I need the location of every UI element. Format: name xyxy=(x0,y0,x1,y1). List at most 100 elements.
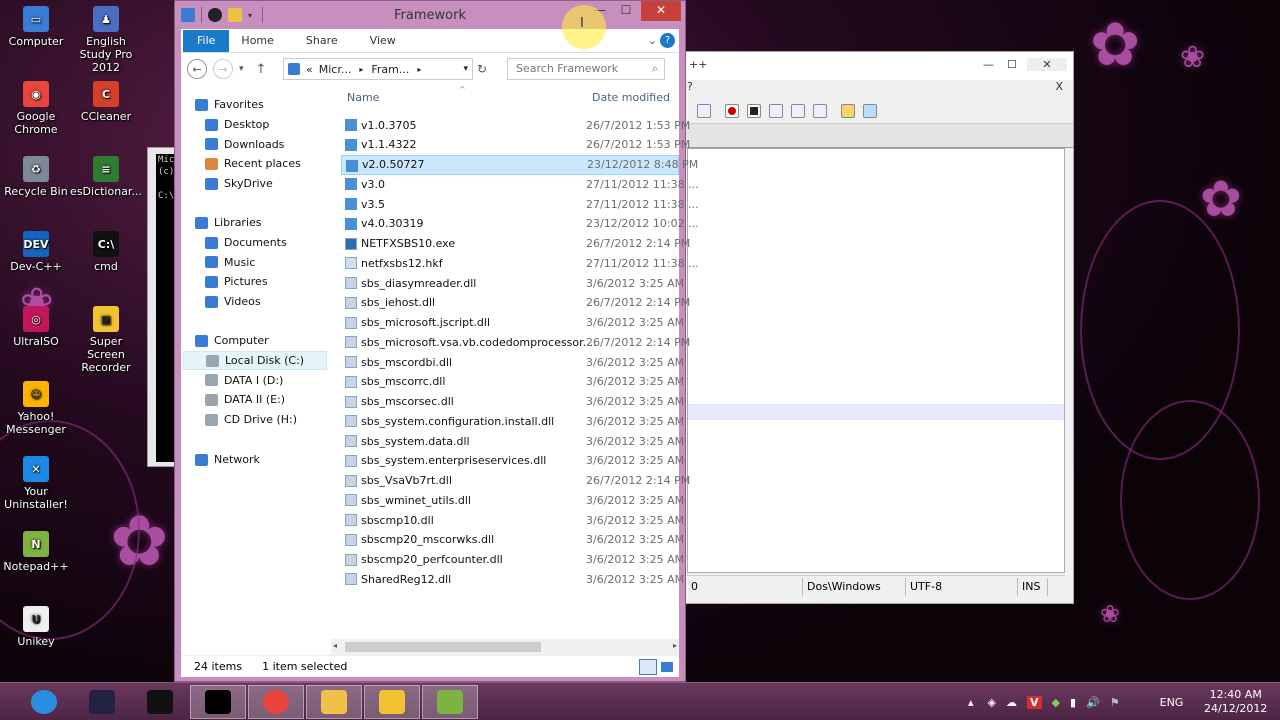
security-icon[interactable]: ◆ xyxy=(1052,696,1060,709)
taskbar-recorder-button[interactable] xyxy=(364,685,420,719)
file-row[interactable]: sbs_system.data.dll 3/6/2012 3:25 AM xyxy=(341,431,684,451)
stop-macro-icon[interactable] xyxy=(747,104,761,118)
nav-favorites[interactable]: Favorites xyxy=(195,95,264,114)
breadcrumb-item[interactable]: Micr... xyxy=(319,63,352,76)
large-icons-view-icon[interactable] xyxy=(661,661,673,672)
column-header-name[interactable]: Name xyxy=(347,91,379,104)
file-row[interactable]: sbs_system.enterpriseservices.dll 3/6/201… xyxy=(341,451,684,471)
help-icon[interactable]: ? xyxy=(660,33,675,48)
file-row[interactable]: sbs_diasymreader.dll 3/6/2012 3:25 AM xyxy=(341,273,684,293)
breadcrumb-item[interactable]: Fram... xyxy=(371,63,409,76)
desktop-icon-recycle-bin[interactable]: ♻ Recycle Bin xyxy=(0,156,72,198)
refresh-icon[interactable]: ↻ xyxy=(477,62,487,76)
play-macro-icon[interactable] xyxy=(769,104,783,118)
file-row[interactable]: SharedReg12.dll 3/6/2012 3:25 AM xyxy=(341,569,684,589)
file-row[interactable]: NETFXSBS10.exe 26/7/2012 2:14 PM xyxy=(341,234,690,254)
nav-favorite-item[interactable]: Recent places xyxy=(205,154,301,173)
desktop-icon-cmd[interactable]: C:\ cmd xyxy=(70,231,142,273)
file-row[interactable]: sbs_mscordbi.dll 3/6/2012 3:25 AM xyxy=(341,352,684,372)
horizontal-scrollbar[interactable]: ◂ ▸ xyxy=(331,639,679,655)
breadcrumb-overflow[interactable]: « xyxy=(306,63,313,76)
desktop-icon-notepad[interactable]: N Notepad++ xyxy=(0,531,72,573)
record-macro-icon[interactable] xyxy=(725,104,739,118)
folder-row[interactable]: v1.1.4322 26/7/2012 1:53 PM xyxy=(341,135,690,155)
taskbar-cmd-button[interactable] xyxy=(190,685,246,719)
cmd-window[interactable]: Mic (c) C:\ xyxy=(147,147,178,467)
maximize-button[interactable]: ☐ xyxy=(615,1,637,21)
folder-row[interactable]: v1.0.3705 26/7/2012 1:53 PM xyxy=(341,115,690,135)
explorer-window[interactable]: ▾ Framework — ☐ ✕ File Home Share View ⌄… xyxy=(174,0,699,682)
close-document-button[interactable]: X xyxy=(1055,80,1063,93)
file-row[interactable]: sbs_mscorrc.dll 3/6/2012 3:25 AM xyxy=(341,372,684,392)
nav-network[interactable]: Network xyxy=(195,450,260,469)
taskbar-ie-button[interactable] xyxy=(16,685,72,719)
volume-icon[interactable]: 🔊 xyxy=(1086,696,1100,709)
tab-home[interactable]: Home xyxy=(229,29,293,53)
recent-locations-icon[interactable]: ▾ xyxy=(239,64,244,74)
close-button[interactable]: ✕ xyxy=(641,1,681,21)
clock[interactable]: 12:40 AM 24/12/2012 xyxy=(1204,683,1267,720)
scroll-left-icon[interactable]: ◂ xyxy=(333,641,337,650)
desktop-icon-your-uninstaller[interactable]: ✕ Your Uninstaller! xyxy=(0,456,72,511)
folder-icon[interactable] xyxy=(841,104,855,118)
nav-computer[interactable]: Computer xyxy=(195,331,269,350)
taskbar-calculator-button[interactable] xyxy=(132,685,188,719)
file-row[interactable]: sbs_system.configuration.install.dll 3/6/… xyxy=(341,411,684,431)
file-row[interactable]: sbscmp20_mscorwks.dll 3/6/2012 3:25 AM xyxy=(341,530,684,550)
run-macro-multiple-icon[interactable] xyxy=(791,104,805,118)
tab-view[interactable]: View xyxy=(358,29,416,53)
nav-drive-item[interactable]: Local Disk (C:) xyxy=(183,351,327,370)
nav-drive-item[interactable]: DATA I (D:) xyxy=(205,371,283,390)
minimize-button[interactable]: — xyxy=(983,58,994,71)
desktop-icon-esdictionar[interactable]: ≡ esDictionar... xyxy=(70,156,142,198)
file-row[interactable]: sbs_iehost.dll 26/7/2012 2:14 PM xyxy=(341,293,690,313)
folder-row[interactable]: v4.0.30319 23/12/2012 10:02 ... xyxy=(341,214,699,234)
desktop-icon-computer[interactable]: ▭ Computer xyxy=(0,6,72,48)
nav-library-item[interactable]: Documents xyxy=(205,233,287,252)
nav-drive-item[interactable]: DATA II (E:) xyxy=(205,390,285,409)
desktop-icon-ultraiso[interactable]: ◎ UltraISO xyxy=(0,306,72,348)
folder-row[interactable]: v3.5 27/11/2012 11:38 ... xyxy=(341,194,699,214)
file-row[interactable]: sbs_mscorsec.dll 3/6/2012 3:25 AM xyxy=(341,392,684,412)
language-indicator[interactable]: ENG xyxy=(1160,696,1184,709)
nav-library-item[interactable]: Pictures xyxy=(205,272,268,291)
breadcrumb-separator[interactable]: ▸ xyxy=(359,65,363,74)
nav-drive-item[interactable]: CD Drive (H:) xyxy=(205,410,297,429)
show-hidden-icons-icon[interactable]: ▴ xyxy=(968,696,974,709)
close-button[interactable]: ✕ xyxy=(1027,58,1067,71)
forward-button[interactable]: → xyxy=(213,59,233,79)
save-macro-icon[interactable] xyxy=(813,104,827,118)
nav-favorite-item[interactable]: Desktop xyxy=(205,115,269,134)
address-dropdown-icon[interactable]: ▾ xyxy=(463,64,468,74)
ribbon-expand-icon[interactable]: ⌄ xyxy=(648,34,657,47)
unikey-icon[interactable]: V xyxy=(1027,695,1042,709)
nav-favorite-item[interactable]: SkyDrive xyxy=(205,174,273,193)
nav-library-item[interactable]: Videos xyxy=(205,292,261,311)
notepadpp-titlebar[interactable]: ++ — ☐ ✕ xyxy=(681,52,1073,80)
breadcrumb-separator[interactable]: ▸ xyxy=(417,65,421,74)
taskbar-explorer-button[interactable] xyxy=(306,685,362,719)
desktop-icon-yahoo-messenger[interactable]: ☺ Yahoo! Messenger xyxy=(0,381,72,436)
details-view-icon[interactable] xyxy=(639,658,657,675)
word-wrap-icon[interactable] xyxy=(697,104,711,118)
scroll-right-icon[interactable]: ▸ xyxy=(673,641,677,650)
file-row[interactable]: sbs_microsoft.vsa.vb.codedomprocessor...… xyxy=(341,332,690,352)
search-input[interactable]: Search Framework ⌕ xyxy=(507,58,665,80)
up-button[interactable]: ↑ xyxy=(256,62,267,77)
column-header-date[interactable]: Date modified xyxy=(592,91,670,104)
file-row[interactable]: sbscmp20_perfcounter.dll 3/6/2012 3:25 AM xyxy=(341,550,684,570)
cloud-icon[interactable]: ☁ xyxy=(1006,696,1017,709)
desktop-icon-super-screen-recorder[interactable]: ▣ Super Screen Recorder xyxy=(70,306,142,374)
nav-libraries[interactable]: Libraries xyxy=(195,213,262,232)
desktop-icon-google-chrome[interactable]: ◉ Google Chrome xyxy=(0,81,72,136)
file-row[interactable]: sbscmp10.dll 3/6/2012 3:25 AM xyxy=(341,510,684,530)
editor-area[interactable] xyxy=(687,148,1065,573)
file-row[interactable]: sbs_VsaVb7rt.dll 26/7/2012 2:14 PM xyxy=(341,471,690,491)
tab-file[interactable]: File xyxy=(183,29,230,52)
network-icon[interactable]: ◈ xyxy=(988,696,996,709)
nav-favorite-item[interactable]: Downloads xyxy=(205,135,284,154)
menu-help[interactable]: ? xyxy=(687,80,693,93)
desktop-icon-ccleaner[interactable]: C CCleaner xyxy=(70,81,142,123)
taskbar-chrome-button[interactable] xyxy=(248,685,304,719)
back-button[interactable]: ← xyxy=(187,59,207,79)
